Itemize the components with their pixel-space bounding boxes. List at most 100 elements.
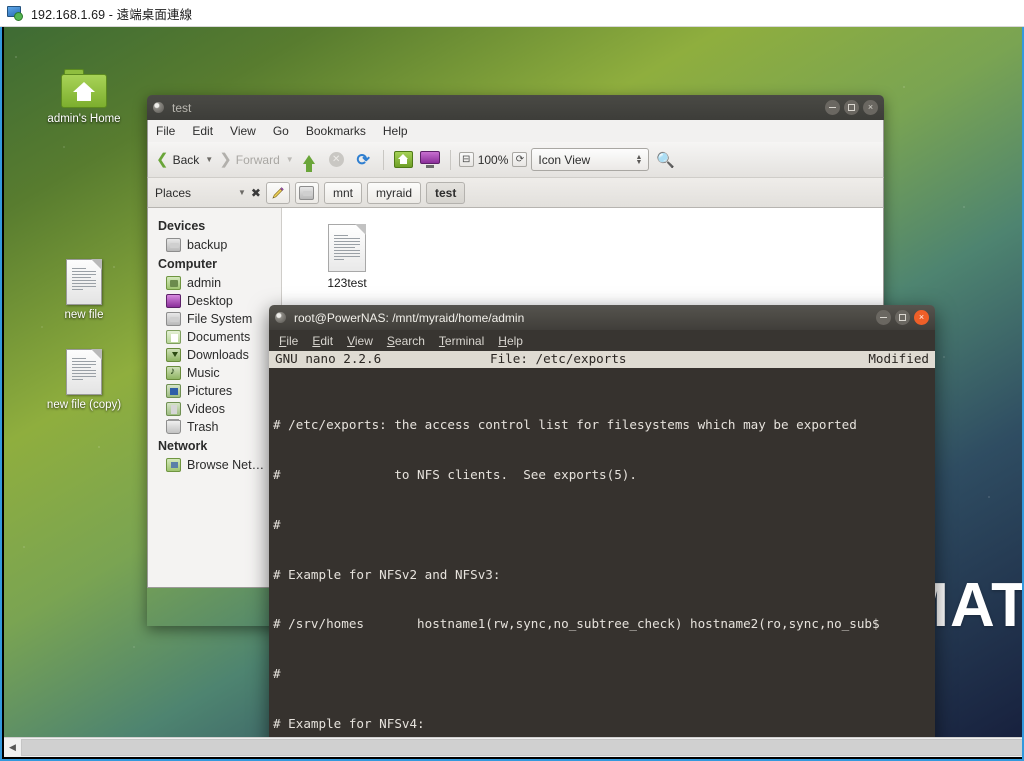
nano-version: GNU nano 2.2.6	[275, 351, 382, 367]
sidebar-item-trash[interactable]: Trash	[148, 418, 281, 436]
window-controls: ×	[825, 100, 878, 115]
maximize-button[interactable]	[844, 100, 859, 115]
maximize-button[interactable]	[895, 310, 910, 325]
close-button[interactable]: ×	[914, 310, 929, 325]
menu-terminal[interactable]: Terminal	[439, 334, 484, 348]
forward-button[interactable]: ❯ Forward	[217, 150, 282, 169]
sidebar-item-label: Music	[187, 366, 220, 380]
sidebar-item-file-system[interactable]: File System	[148, 310, 281, 328]
file-manager-pathbar: Places ▼ ✖ mnt myraid test	[147, 178, 884, 208]
sidebar-item-label: Trash	[187, 420, 219, 434]
window-menu-icon[interactable]	[153, 102, 164, 113]
desktop-icon-admins-home[interactable]: admin's Home	[32, 69, 136, 125]
file-manager-titlebar[interactable]: test ×	[147, 95, 884, 120]
zoom-out-button[interactable]: ⊟	[458, 152, 474, 167]
toolbar-separator	[382, 149, 384, 170]
terminal-menubar: File Edit View Search Terminal Help	[269, 330, 935, 351]
nano-line: # to NFS clients. See exports(5).	[273, 466, 637, 482]
sidebar-item-label: Browse Net…	[187, 458, 265, 472]
nano-line: # /srv/homes hostname1(rw,sync,no_subtre…	[273, 616, 880, 632]
breadcrumb-myraid[interactable]: myraid	[367, 181, 422, 204]
nano-file-label: File: /etc/exports	[490, 351, 627, 367]
pencil-icon	[272, 186, 284, 199]
document-icon	[66, 349, 102, 395]
sidebar-item-documents[interactable]: Documents	[148, 328, 281, 346]
menu-edit[interactable]: Edit	[312, 334, 333, 348]
close-sidebar-icon[interactable]: ✖	[251, 186, 261, 200]
display-icon	[420, 151, 441, 168]
rdp-horizontal-scrollbar[interactable]: ◀	[4, 737, 1022, 757]
minimize-button[interactable]	[876, 310, 891, 325]
computer-button[interactable]	[419, 148, 442, 171]
back-dropdown-caret-icon[interactable]: ▼	[205, 155, 213, 164]
rdp-window-title: 192.168.1.69 - 遠端桌面連線	[31, 7, 193, 22]
sidebar-item-desktop[interactable]: Desktop	[148, 292, 281, 310]
menu-edit[interactable]: Edit	[190, 124, 215, 138]
search-icon[interactable]: 🔍	[656, 151, 675, 169]
file-manager-toolbar: ❮ Back ▼ ❯ Forward ▼ ✕ ⟳ ⊟ 100% ⟳ Icon V…	[147, 142, 884, 178]
file-item-123test[interactable]: 123test	[304, 224, 390, 290]
sidebar-item-browse-network[interactable]: Browse Net…	[148, 456, 281, 474]
nano-buffer[interactable]: # /etc/exports: the access control list …	[269, 368, 935, 741]
menu-file[interactable]: File	[154, 124, 177, 138]
nano-line: #	[273, 516, 281, 532]
desktop-icon-new-file-copy[interactable]: new file (copy)	[32, 349, 136, 411]
sidebar-item-videos[interactable]: Videos	[148, 400, 281, 418]
network-folder-icon	[166, 458, 181, 472]
window-menu-icon[interactable]	[275, 312, 286, 323]
chevron-right-icon: ❯	[219, 151, 232, 168]
back-label: Back	[172, 152, 200, 167]
desktop-icon-label: admin's Home	[47, 113, 121, 125]
menu-bookmarks[interactable]: Bookmarks	[304, 124, 368, 138]
view-mode-select[interactable]: Icon View ▲ ▼	[531, 148, 650, 171]
menu-help[interactable]: Help	[498, 334, 523, 348]
menu-search[interactable]: Search	[387, 334, 425, 348]
forward-dropdown-caret-icon[interactable]: ▼	[286, 155, 294, 164]
trash-icon	[166, 419, 181, 434]
edit-location-button[interactable]	[265, 181, 290, 204]
terminal-screen[interactable]: GNU nano 2.2.6 File: /etc/exports Modifi…	[269, 351, 935, 741]
menu-file[interactable]: File	[279, 334, 298, 348]
stop-button[interactable]: ✕	[325, 148, 348, 171]
stop-icon: ✕	[328, 152, 344, 167]
scroll-left-arrow-icon[interactable]: ◀	[4, 739, 21, 757]
desktop-icon-label: new file (copy)	[46, 399, 122, 411]
menu-help[interactable]: Help	[381, 124, 410, 138]
menu-go[interactable]: Go	[271, 124, 291, 138]
terminal-titlebar[interactable]: root@PowerNAS: /mnt/myraid/home/admin ×	[269, 305, 935, 330]
terminal-window[interactable]: root@PowerNAS: /mnt/myraid/home/admin × …	[269, 305, 935, 741]
scrollbar-thumb[interactable]	[21, 739, 1022, 756]
file-manager-sidebar[interactable]: Devices backup Computer admin Desktop Fi…	[148, 208, 282, 587]
home-icon	[393, 151, 413, 168]
back-button[interactable]: ❮ Back	[154, 150, 201, 169]
root-drive-button[interactable]	[294, 181, 319, 204]
home-folder-icon	[166, 276, 181, 290]
zoom-reset-button[interactable]: ⟳	[512, 152, 528, 167]
sidebar-item-music[interactable]: Music	[148, 364, 281, 382]
close-button[interactable]: ×	[863, 100, 878, 115]
chevron-left-icon: ❮	[156, 151, 169, 168]
music-folder-icon	[166, 366, 181, 380]
sidebar-item-label: Pictures	[187, 384, 233, 398]
remote-desktop[interactable]: MAT admin's Home new file new file (copy…	[4, 27, 1022, 741]
menu-view[interactable]: View	[347, 334, 373, 348]
sidebar-item-downloads[interactable]: Downloads	[148, 346, 281, 364]
breadcrumb-mnt[interactable]: mnt	[323, 181, 362, 204]
sidebar-item-pictures[interactable]: Pictures	[148, 382, 281, 400]
terminal-title: root@PowerNAS: /mnt/myraid/home/admin	[294, 310, 525, 325]
home-button[interactable]	[392, 148, 415, 171]
desktop-icon-label: new file	[64, 309, 104, 321]
up-button[interactable]	[298, 148, 321, 172]
places-dropdown-caret-icon[interactable]: ▼	[238, 188, 246, 197]
zoom-level-label: 100%	[477, 152, 509, 167]
reload-button[interactable]: ⟳	[352, 148, 375, 171]
sidebar-item-admin[interactable]: admin	[148, 274, 281, 292]
drive-icon	[299, 185, 315, 200]
breadcrumb-test[interactable]: test	[426, 181, 466, 204]
window-controls: ×	[876, 310, 929, 325]
menu-view[interactable]: View	[228, 124, 258, 138]
desktop-icon-new-file[interactable]: new file	[32, 259, 136, 321]
minimize-button[interactable]	[825, 100, 840, 115]
sidebar-item-label: admin	[187, 276, 222, 290]
sidebar-item-backup[interactable]: backup	[148, 236, 281, 254]
